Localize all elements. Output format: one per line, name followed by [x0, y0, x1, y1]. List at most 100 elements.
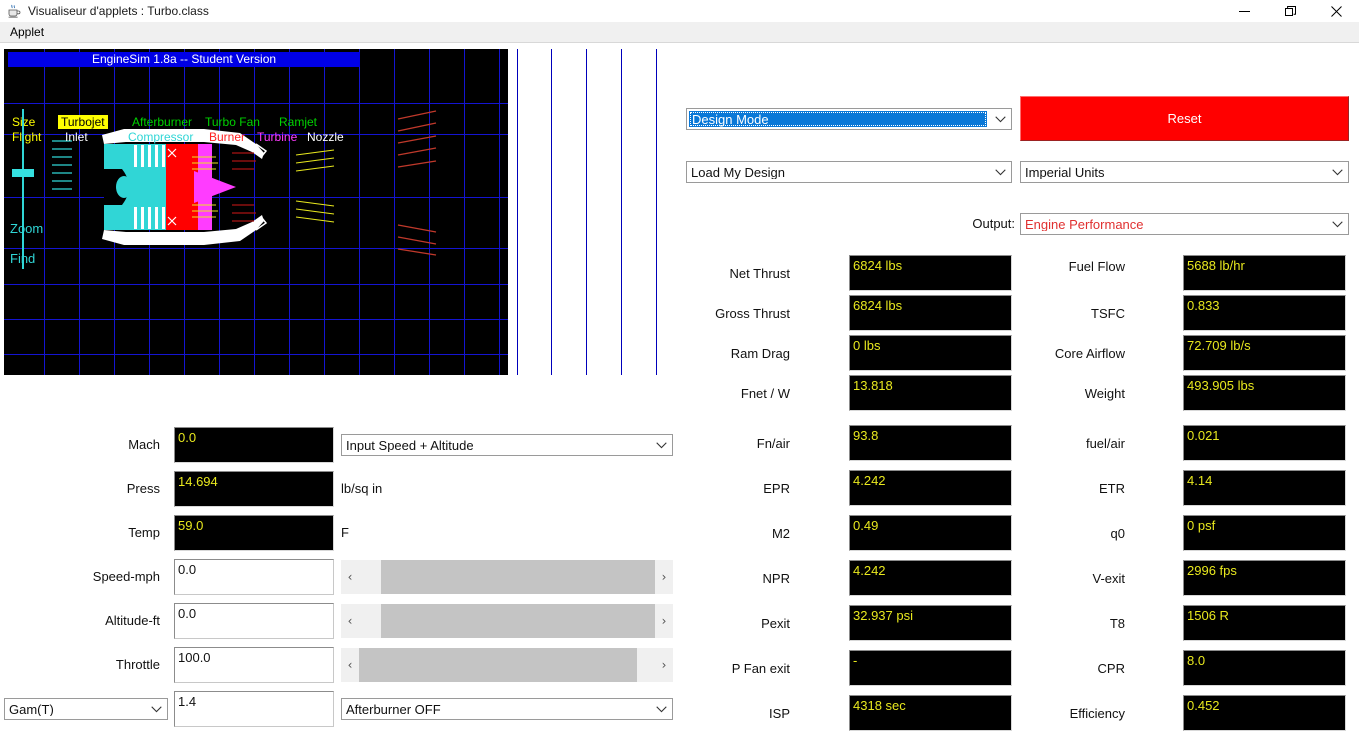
output-label-pexit: Pexit [761, 616, 790, 631]
restore-icon[interactable] [1267, 0, 1313, 22]
enginesim-header: EngineSim 1.8a -- Student Version [8, 52, 360, 67]
nav-inlet[interactable]: Inlet [65, 131, 88, 143]
input-label-press: Press [126, 481, 160, 496]
nav-nozzle[interactable]: Nozzle [307, 131, 344, 143]
gam-select-text: Gam(T) [9, 702, 54, 716]
nav-compressor[interactable]: Compressor [128, 131, 193, 143]
window-controls [1221, 0, 1359, 22]
output-label-v-exit: V-exit [1092, 571, 1125, 586]
close-icon[interactable] [1313, 0, 1359, 22]
nav-turbine[interactable]: Turbine [257, 131, 297, 143]
output-select[interactable]: Engine Performance [1020, 213, 1349, 235]
scroll-left-icon[interactable]: ‹ [341, 560, 359, 594]
load-design-select-text: Load My Design [691, 165, 785, 179]
output-value-m2: 0.49 [849, 515, 1012, 551]
input-value-mach[interactable]: 0.0 [174, 427, 334, 463]
output-value-net-thrust: 6824 lbs [849, 255, 1012, 291]
input-unit-press: lb/sq in [341, 481, 383, 496]
gam-value-field[interactable]: 1.4 [174, 691, 334, 727]
output-value-cpr: 8.0 [1183, 650, 1346, 686]
find-label[interactable]: Find [10, 251, 35, 266]
chevron-down-icon [1326, 220, 1348, 228]
output-label-npr: NPR [762, 571, 790, 586]
output-value-npr: 4.242 [849, 560, 1012, 596]
input-label-throttle: Throttle [115, 657, 160, 672]
chevron-down-icon [989, 109, 1011, 129]
speed-mode-select-text: Input Speed + Altitude [346, 438, 474, 452]
scroll-trough[interactable] [359, 560, 655, 594]
engine-schematic-panel[interactable]: EngineSim 1.8a -- Student Version Size T… [4, 49, 508, 375]
output-value-fuel-flow: 5688 lb/hr [1183, 255, 1346, 291]
scroll-trough[interactable] [359, 648, 655, 682]
output-label-gross-thrust: Gross Thrust [715, 306, 790, 321]
output-label-fnet-w: Fnet / W [740, 386, 790, 401]
grid-line [517, 49, 518, 375]
afterburner-select[interactable]: Afterburner OFF [341, 698, 673, 720]
nav-burner[interactable]: Burner [209, 131, 245, 143]
scroll-thumb[interactable] [381, 560, 655, 594]
load-design-select[interactable]: Load My Design [686, 161, 1012, 183]
output-value-v-exit: 2996 fps [1183, 560, 1346, 596]
input-value-speed-mph[interactable]: 0.0 [174, 559, 334, 595]
design-mode-select-text: Design Mode [689, 111, 987, 127]
grid-line [621, 49, 622, 375]
output-value-epr: 4.242 [849, 470, 1012, 506]
speed-mode-select[interactable]: Input Speed + Altitude [341, 434, 673, 456]
output-label-t8: T8 [1109, 616, 1125, 631]
output-label-m2: M2 [771, 526, 790, 541]
chevron-down-icon [1326, 168, 1348, 176]
zoom-slider-thumb[interactable] [12, 169, 34, 177]
input-value-throttle[interactable]: 100.0 [174, 647, 334, 683]
output-label-p-fan-exit: P Fan exit [731, 661, 790, 676]
menu-item-applet[interactable]: Applet [4, 22, 50, 42]
scroll-left-icon[interactable]: ‹ [341, 604, 359, 638]
altitude-ft-scrollbar[interactable]: ‹ › [341, 604, 673, 638]
output-label-q0: q0 [1110, 526, 1125, 541]
input-value-press[interactable]: 14.694 [174, 471, 334, 507]
speed-mph-scrollbar[interactable]: ‹ › [341, 560, 673, 594]
menubar: Applet [0, 22, 1359, 43]
output-label-core-airflow: Core Airflow [1054, 346, 1125, 361]
chevron-down-icon [989, 168, 1011, 176]
design-mode-select[interactable]: Design Mode [686, 108, 1012, 130]
scroll-left-icon[interactable]: ‹ [341, 648, 359, 682]
input-value-altitude-ft[interactable]: 0.0 [174, 603, 334, 639]
gam-select[interactable]: Gam(T) [4, 698, 168, 720]
minimize-icon[interactable] [1221, 0, 1267, 22]
input-value-temp[interactable]: 59.0 [174, 515, 334, 551]
input-label-temp: Temp [128, 525, 160, 540]
output-value-pexit: 32.937 psi [849, 605, 1012, 641]
output-select-text: Engine Performance [1025, 217, 1144, 231]
input-unit-temp: F [341, 525, 349, 540]
applet-area: EngineSim 1.8a -- Student Version Size T… [0, 43, 1359, 731]
output-label-etr: ETR [1099, 481, 1125, 496]
scroll-thumb[interactable] [381, 604, 655, 638]
output-label-tsfc: TSFC [1091, 306, 1125, 321]
grid-line [551, 49, 552, 375]
nav-ramjet[interactable]: Ramjet [279, 116, 317, 128]
nav-turbo-fan[interactable]: Turbo Fan [205, 116, 260, 128]
output-label-isp: ISP [769, 706, 790, 721]
reset-button[interactable]: Reset [1020, 96, 1349, 141]
window-titlebar: Visualiseur d'applets : Turbo.class [0, 0, 1359, 22]
output-value-p-fan-exit: - [849, 650, 1012, 686]
input-label-altitude-ft: Altitude-ft [105, 613, 160, 628]
output-value-efficiency: 0.452 [1183, 695, 1346, 731]
engine-cutaway-graphic [52, 110, 437, 256]
zoom-slider-track[interactable] [22, 109, 24, 269]
nav-afterburner[interactable]: Afterburner [132, 116, 192, 128]
java-coffee-cup-icon [6, 3, 22, 19]
nav-turbojet-selected[interactable]: Turbojet [58, 115, 108, 129]
nav-flight[interactable]: Flight [12, 131, 41, 143]
grid-line [656, 49, 657, 375]
units-select[interactable]: Imperial Units [1020, 161, 1349, 183]
scroll-thumb[interactable] [359, 648, 637, 682]
output-label-fn-air: Fn/air [756, 436, 790, 451]
zoom-label[interactable]: Zoom [10, 221, 43, 236]
output-label-cpr: CPR [1097, 661, 1125, 676]
output-value-q0: 0 psf [1183, 515, 1346, 551]
input-label-speed-mph: Speed-mph [92, 569, 160, 584]
output-label-epr: EPR [763, 481, 790, 496]
scroll-trough[interactable] [359, 604, 655, 638]
throttle-scrollbar[interactable]: ‹ › [341, 648, 673, 682]
